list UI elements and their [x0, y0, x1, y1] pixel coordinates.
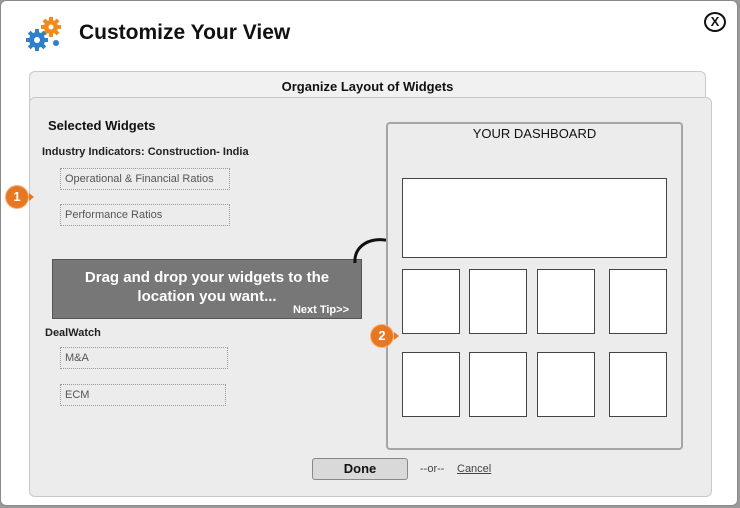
dashboard-slot[interactable]: [469, 269, 527, 334]
group-title-dealwatch: DealWatch: [45, 327, 101, 339]
done-button[interactable]: Done: [312, 458, 408, 480]
step-badge-1: 1: [6, 186, 28, 208]
dashboard-slot[interactable]: [402, 269, 460, 334]
customize-dialog: Customize Your View X Organize Layout of…: [0, 0, 738, 506]
widget-ecm[interactable]: ECM: [60, 384, 226, 406]
drag-drop-tip: Drag and drop your widgets to the locati…: [52, 259, 362, 319]
or-separator: --or--: [420, 463, 445, 475]
dashboard-slot[interactable]: [609, 352, 667, 417]
dashboard-slot[interactable]: [537, 269, 595, 334]
next-tip-link[interactable]: Next Tip>>: [293, 304, 349, 316]
badge-pointer: [394, 332, 399, 340]
widget-m-and-a[interactable]: M&A: [60, 347, 228, 369]
cancel-link[interactable]: Cancel: [457, 463, 491, 475]
dashboard-title: YOUR DASHBOARD: [472, 126, 597, 141]
dashboard-slot[interactable]: [469, 352, 527, 417]
badge-pointer: [29, 193, 34, 201]
dashboard-slot-wide[interactable]: [402, 178, 667, 258]
widget-performance-ratios[interactable]: Performance Ratios: [60, 204, 230, 226]
dialog-title: Customize Your View: [79, 21, 291, 44]
dashboard-slot[interactable]: [609, 269, 667, 334]
gears-icon: [26, 17, 61, 51]
dashboard-slot[interactable]: [537, 352, 595, 417]
group-title-industry: Industry Indicators: Construction- India: [42, 146, 249, 158]
widget-operational-financial-ratios[interactable]: Operational & Financial Ratios: [60, 168, 230, 190]
dashboard-slot[interactable]: [402, 352, 460, 417]
step-badge-2: 2: [371, 325, 393, 347]
selected-widgets-title: Selected Widgets: [48, 118, 156, 133]
close-button[interactable]: X: [704, 12, 726, 32]
tip-text: Drag and drop your widgets to the locati…: [84, 269, 330, 305]
